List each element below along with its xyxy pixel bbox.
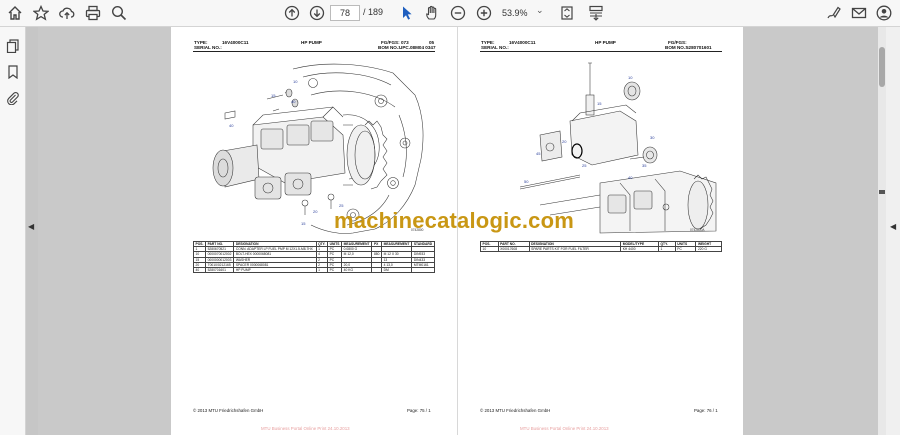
table-row: 10 X00017608 SPARE PARTS KIT FOR FUEL FI… (480, 246, 722, 253)
type-value: 16V4000C11 (222, 40, 249, 45)
sign-icon[interactable] (823, 3, 845, 23)
print-strip: MTU Business Portal Online Print 24.10.2… (520, 426, 609, 431)
serial-label: SERIAL NO.: (481, 45, 509, 50)
scroll-position-marker (879, 190, 885, 194)
table-cell (411, 266, 435, 274)
footer-page-number: Page: 76 / 1 (694, 408, 718, 413)
table-cell: X00017608 (497, 246, 530, 253)
table-cell: PC (327, 266, 343, 274)
table-cell: KH 4400 (620, 246, 659, 253)
svg-text:35: 35 (642, 163, 647, 168)
upload-cloud-icon[interactable] (56, 3, 78, 23)
hand-icon[interactable] (421, 3, 443, 23)
footer-page-number: Page: 75 / 1 (407, 408, 431, 413)
chevron-down-icon[interactable]: ⌄ (536, 5, 544, 16)
account-icon[interactable] (873, 3, 895, 23)
vertical-scrollbar[interactable] (878, 27, 886, 435)
scroll-mode-icon[interactable] (585, 3, 607, 23)
bom-label: BOM NO.: (378, 45, 400, 50)
page-up-icon[interactable] (281, 3, 303, 23)
callout-label: 40 (229, 123, 234, 128)
table-cell: 0000000012003 (205, 256, 235, 263)
table-cell: SPARE PARTS KIT FOR FUEL FILTER (528, 246, 622, 253)
table-cell: DM (381, 266, 413, 274)
table-cell: 0000070012002 (205, 251, 235, 258)
svg-text:10: 10 (628, 75, 633, 80)
collapse-left-panel-icon[interactable]: ◀ (28, 222, 34, 231)
page-down-icon[interactable] (306, 3, 328, 23)
page-number-input[interactable]: 78 (330, 5, 360, 21)
table-cell: PC (674, 246, 697, 253)
svg-text:20: 20 (562, 139, 567, 144)
footer-copyright: © 2013 MTU Friedrichshafen GmbH (480, 408, 551, 413)
table-cell: 40 (192, 266, 207, 274)
mail-icon[interactable] (848, 3, 870, 23)
table-cell: 1 (657, 246, 676, 253)
table-cell: 40 KG (341, 266, 373, 274)
zoom-out-icon[interactable] (447, 3, 469, 23)
header-rule (480, 51, 722, 52)
callout-label: 15 (271, 93, 276, 98)
footer-copyright: © 2013 MTU Friedrichshafen GmbH (193, 408, 264, 413)
left-navigation-rail (0, 27, 26, 435)
collapse-right-panel-icon[interactable]: ◀ (890, 222, 896, 231)
table-cell: 5280701601 (205, 266, 235, 274)
column-header: STANDARD (411, 240, 435, 248)
fit-page-icon[interactable] (556, 3, 578, 23)
home-icon[interactable] (4, 3, 26, 23)
print-strip: MTU Business Portal Online Print 24.10.2… (261, 426, 350, 431)
zoom-icon[interactable] (108, 3, 130, 23)
page-title: HP PUMP (301, 40, 322, 45)
table-cell: CONN. ADAPTER LP FUEL PMP M 12X1.5-M8.7H… (233, 246, 317, 253)
svg-text:15: 15 (597, 101, 602, 106)
table-cell: HP PUMP (233, 266, 317, 274)
type-value: 16V4000C11 (509, 40, 536, 45)
svg-text:30: 30 (650, 135, 655, 140)
watermark-text: machinecatalogic.com (334, 208, 574, 233)
attachment-icon[interactable] (4, 89, 22, 107)
print-icon[interactable] (82, 3, 104, 23)
table-row: 40 5280701601 HP PUMP 1 PC 40 KG DM (192, 266, 435, 274)
cursor-icon[interactable] (396, 3, 418, 23)
svg-text:45: 45 (536, 151, 541, 156)
svg-text:25: 25 (582, 163, 587, 168)
column-header: MEASUREMENT (381, 240, 413, 248)
page-title: HP PUMP (595, 40, 616, 45)
bookmark-icon[interactable] (30, 3, 52, 23)
page-total: / 189 (363, 7, 384, 17)
parts-table: POS. PART NO. DESIGNATION QTY. UNITS MEA… (192, 240, 435, 274)
serial-label: SERIAL NO.: (194, 45, 222, 50)
table-cell: 1 (315, 266, 329, 274)
bom-value: 5280701601 (686, 45, 712, 50)
table-cell: T0010/0212165 (205, 261, 235, 268)
right-rail (886, 27, 900, 435)
column-header: MEASUREMENT (341, 240, 373, 248)
table-cell (371, 266, 383, 274)
drawing-code: 0742800A (690, 228, 705, 232)
table-cell: 220 G (695, 246, 722, 253)
bookmarks-panel-icon[interactable] (4, 63, 22, 81)
callout-label: 40 (291, 99, 296, 104)
bom-value: UPC.08M04 0347 (399, 45, 436, 50)
scrollbar-thumb[interactable] (879, 47, 885, 87)
zoom-in-icon[interactable] (473, 3, 495, 23)
parts-table: POS. PART NO. DESIGNATION MODEL/TYPE QTY… (480, 240, 722, 253)
bom-label: BOM NO.: (665, 45, 687, 50)
toolbar: 78 / 189 53.9% ⌄ (0, 0, 900, 27)
thumbnails-icon[interactable] (4, 37, 22, 55)
table-cell: 10 (480, 246, 499, 253)
callout-label: 10 (293, 79, 298, 84)
svg-text:40: 40 (628, 175, 633, 180)
header-rule (193, 51, 435, 52)
svg-text:50: 50 (524, 179, 529, 184)
callout-label: 20 (313, 209, 318, 214)
callout-label: 15 (301, 221, 306, 226)
